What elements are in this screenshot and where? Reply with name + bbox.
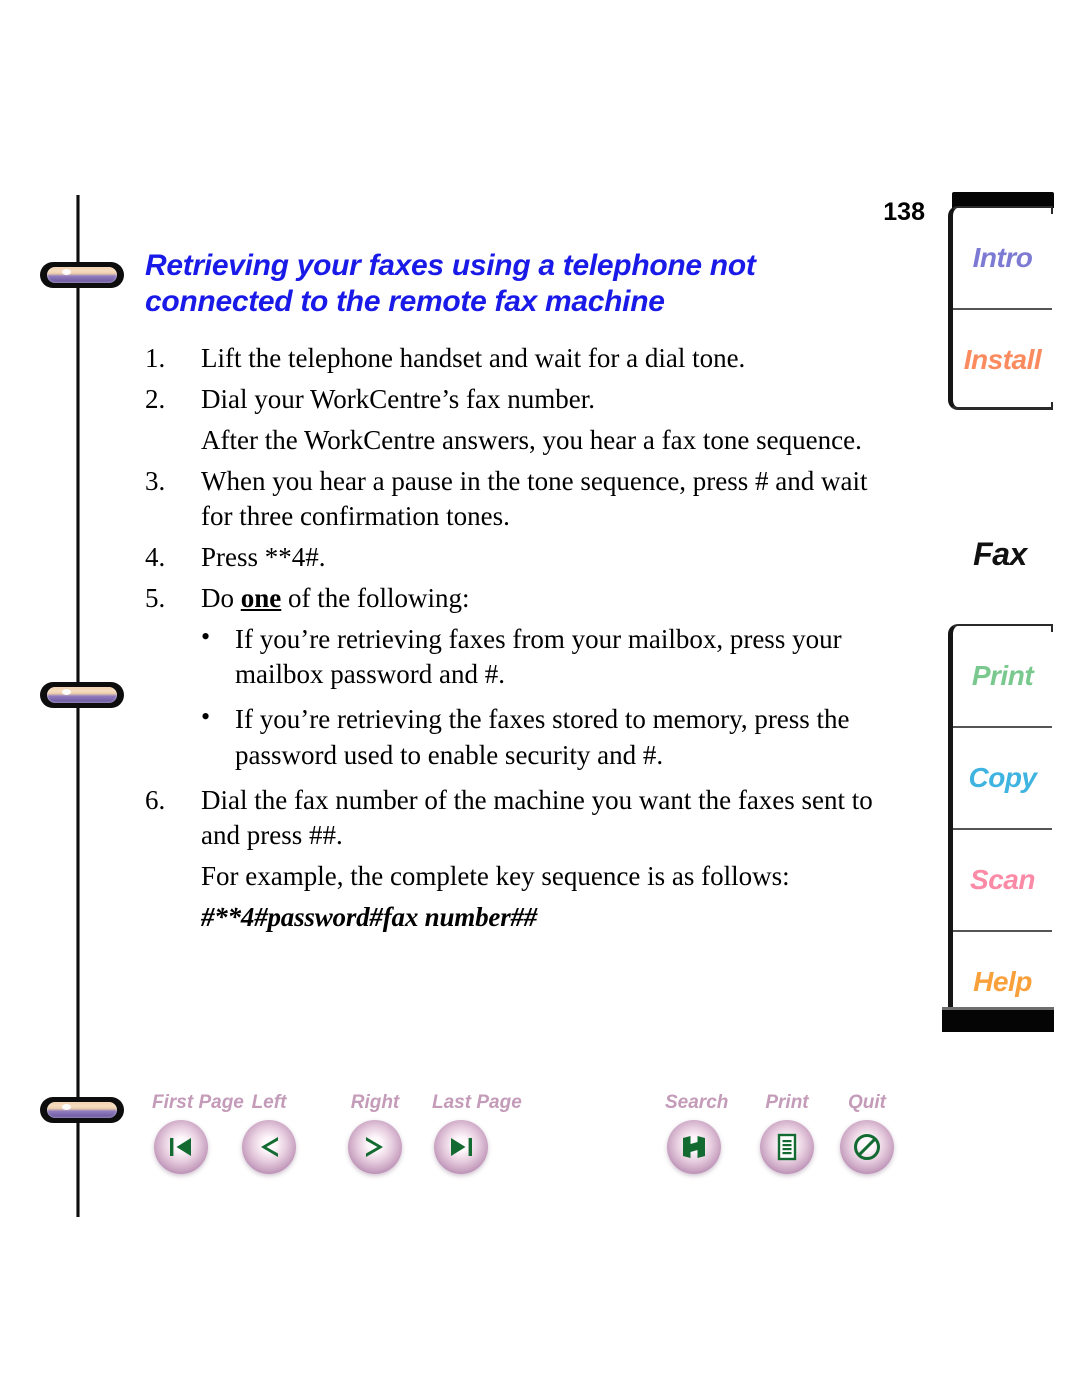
nav-label: Left xyxy=(251,1092,287,1113)
step-text: Dial your WorkCentre’s fax number. xyxy=(201,383,595,414)
bullet-list: • If you’re retrieving faxes from your m… xyxy=(145,622,905,772)
tab-print[interactable]: Print xyxy=(953,626,1052,726)
nav-disc[interactable] xyxy=(348,1120,402,1174)
quit-prohibited-icon xyxy=(850,1130,884,1164)
nav-label: Search xyxy=(665,1092,729,1113)
binder-ring xyxy=(40,682,124,708)
bullet-marker: • xyxy=(201,622,211,652)
step-note: After the WorkCentre answers, you hear a… xyxy=(201,424,862,455)
nav-label: First Page xyxy=(152,1092,244,1113)
nav-button-quit[interactable]: Quit xyxy=(838,1092,896,1176)
print-document-icon xyxy=(770,1130,804,1164)
binder-ring-highlight xyxy=(62,1104,71,1110)
tab-label: Help xyxy=(973,966,1032,997)
list-item: 6. Dial the fax number of the machine yo… xyxy=(145,783,905,853)
step-text-emphasis: one xyxy=(240,583,282,614)
bullet-text: If you’re retrieving the faxes stored to… xyxy=(235,704,850,770)
nav-button-search[interactable]: Search xyxy=(665,1092,729,1176)
nav-button-previous-page[interactable]: Left xyxy=(240,1092,298,1176)
nav-button-first-page[interactable]: First Page xyxy=(152,1092,244,1176)
step-text: Dial the fax number of the machine you w… xyxy=(201,784,873,850)
nav-disc[interactable] xyxy=(667,1120,721,1174)
binder-ring-highlight xyxy=(62,269,71,275)
tab-label: Intro xyxy=(972,242,1033,273)
bullet-marker: • xyxy=(201,702,211,732)
bullet-text: If you’re retrieving faxes from your mai… xyxy=(235,624,842,690)
step-number: 5. xyxy=(145,583,166,614)
nav-disc[interactable] xyxy=(434,1120,488,1174)
step-text: Press **4#. xyxy=(201,542,326,573)
tab-label: Install xyxy=(963,344,1042,375)
tab-label: Fax xyxy=(973,536,1027,572)
list-item: 3. When you hear a pause in the tone seq… xyxy=(145,464,905,534)
nav-disc[interactable] xyxy=(760,1120,814,1174)
nav-disc[interactable] xyxy=(840,1120,894,1174)
tab-label: Print xyxy=(971,660,1034,691)
list-item: • If you’re retrieving the faxes stored … xyxy=(145,702,905,772)
next-page-icon xyxy=(358,1130,392,1164)
page-title: Retrieving your faxes using a telephone … xyxy=(145,249,756,319)
step-text-prefix: Do xyxy=(201,583,241,614)
step-number: 2. xyxy=(145,383,166,414)
nav-button-last-page[interactable]: Last Page xyxy=(432,1092,522,1176)
tab-copy[interactable]: Copy xyxy=(953,726,1052,828)
tab-label: Copy xyxy=(968,762,1038,793)
nav-label: Quit xyxy=(848,1092,886,1113)
tab-strip-bottom-cap xyxy=(942,1007,1054,1032)
list-item: 5. Do one of the following: xyxy=(145,581,905,616)
nav-disc[interactable] xyxy=(242,1120,296,1174)
binder-ring-inner xyxy=(47,1102,117,1118)
step-number: 3. xyxy=(145,465,166,496)
step-text-suffix: of the following: xyxy=(281,583,470,614)
list-item: 2. Dial your WorkCentre’s fax number. xyxy=(145,382,905,417)
nav-label: Last Page xyxy=(432,1092,522,1113)
example-intro: For example, the complete key sequence i… xyxy=(201,860,790,891)
tab-install[interactable]: Install xyxy=(953,308,1052,410)
list-item: 1. Lift the telephone handset and wait f… xyxy=(145,341,905,376)
nav-button-print[interactable]: Print xyxy=(758,1092,816,1176)
first-page-icon xyxy=(164,1130,198,1164)
section-tab-strip: Intro Install Fax Print Copy Scan Help xyxy=(942,192,1060,1222)
step-number: 1. xyxy=(145,342,166,373)
nav-label: Right xyxy=(350,1092,400,1113)
instruction-list: 1. Lift the telephone handset and wait f… xyxy=(145,341,905,935)
tab-intro[interactable]: Intro xyxy=(953,208,1052,308)
nav-label: Print xyxy=(765,1092,809,1113)
last-page-icon xyxy=(444,1130,478,1164)
step-text: Lift the telephone handset and wait for … xyxy=(201,342,746,373)
tab-label: Scan xyxy=(970,864,1035,895)
binder-ring xyxy=(40,1097,124,1123)
tab-scan[interactable]: Scan xyxy=(953,828,1052,930)
nav-button-next-page[interactable]: Right xyxy=(346,1092,404,1176)
example-key-sequence: #**4#password#fax number## xyxy=(201,901,538,932)
list-item: • If you’re retrieving faxes from your m… xyxy=(145,622,905,692)
step-number: 4. xyxy=(145,542,166,573)
tab-fax-active[interactable]: Fax xyxy=(948,536,1052,573)
document-body: Retrieving your faxes using a telephone … xyxy=(145,248,905,935)
list-item: 4. Press **4#. xyxy=(145,540,905,575)
binder-ring-inner xyxy=(47,687,117,703)
tab-group-lower: Print Copy Scan Help xyxy=(948,624,1053,1028)
step-number: 6. xyxy=(145,784,166,815)
binder-ring-inner xyxy=(47,267,117,283)
previous-page-icon xyxy=(252,1130,286,1164)
binder-ring-highlight xyxy=(62,689,71,695)
page-number: 138 xyxy=(883,198,925,226)
tab-group-upper: Intro Install xyxy=(948,206,1053,410)
navigation-toolbar: First Page Left Right Last Page Search P… xyxy=(0,1092,940,1202)
step-text: When you hear a pause in the tone sequen… xyxy=(201,465,868,531)
search-binoculars-icon xyxy=(677,1130,711,1164)
binder-ring xyxy=(40,262,124,288)
nav-disc[interactable] xyxy=(154,1120,208,1174)
